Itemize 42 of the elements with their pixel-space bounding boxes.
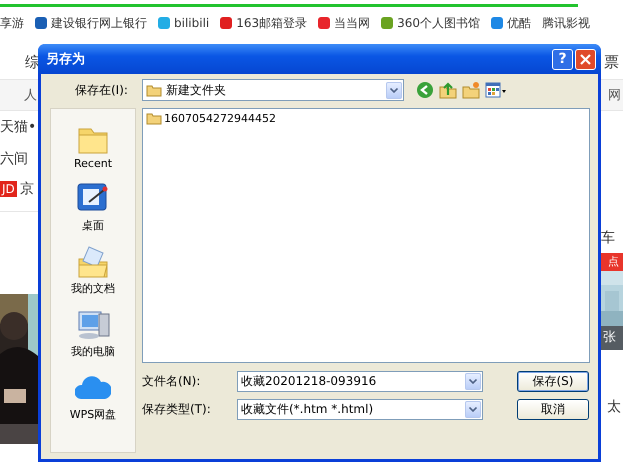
photo-caption: 张 (601, 326, 623, 350)
bookmark-link[interactable]: 建设银行网上银行 (35, 14, 147, 32)
bookmark-link[interactable]: 163邮箱登录 (220, 14, 308, 32)
bookmark-link[interactable]: 当当网 (318, 14, 370, 32)
places-item[interactable]: 我的电脑 (71, 306, 115, 359)
field-label: 保存在(I): (74, 82, 129, 98)
cancel-button[interactable]: 取消 (517, 399, 589, 420)
places-item[interactable]: 我的文档 (71, 243, 115, 296)
news-link[interactable]: 天猫• (0, 111, 38, 143)
close-icon (580, 54, 591, 64)
subnav-link[interactable]: 网 (608, 86, 621, 104)
file-item[interactable]: 1607054272944452 (146, 112, 586, 125)
bookmark-link[interactable]: bilibili (158, 16, 210, 30)
hot-badge: 点 (601, 253, 623, 271)
news-link[interactable]: 京 (20, 180, 34, 198)
places-item[interactable]: WPS网盘 (70, 369, 116, 422)
subnav-link[interactable]: 人 (24, 86, 37, 104)
news-link[interactable]: 车 (601, 229, 623, 253)
file-type-dropdown[interactable]: 收藏文件(*.htm *.html) (237, 399, 483, 420)
help-button[interactable]: ? (552, 48, 573, 70)
bookmark-link[interactable]: 360个人图书馆 (381, 14, 480, 32)
news-link[interactable]: 太 (601, 398, 623, 416)
bookmark-link[interactable]: 腾讯影视 (542, 14, 590, 32)
up-folder-icon (439, 81, 457, 99)
bookmark-link[interactable]: 享游 (0, 14, 24, 32)
bookmark-link[interactable]: 优酷 (491, 14, 532, 32)
field-label: 保存类型(T): (142, 401, 212, 418)
back-icon (416, 81, 434, 99)
location-dropdown[interactable]: 新建文件夹 (142, 79, 404, 101)
folder-icon (146, 84, 162, 96)
field-label: 文件名(N): (142, 373, 202, 390)
nav-link[interactable]: 票 (604, 52, 619, 72)
places-item[interactable]: Recent (74, 119, 112, 170)
file-name-field[interactable]: 收藏20201218-093916 (237, 371, 483, 392)
new-folder-icon (462, 81, 480, 99)
store-badge: JD (0, 181, 17, 197)
save-button[interactable]: 保存(S) (517, 371, 589, 392)
window-title: 另存为 (46, 51, 85, 68)
places-item[interactable]: 桌面 (75, 180, 111, 233)
close-button[interactable] (575, 48, 596, 70)
view-menu-icon (485, 81, 507, 99)
news-link[interactable]: 六间 (0, 143, 38, 175)
